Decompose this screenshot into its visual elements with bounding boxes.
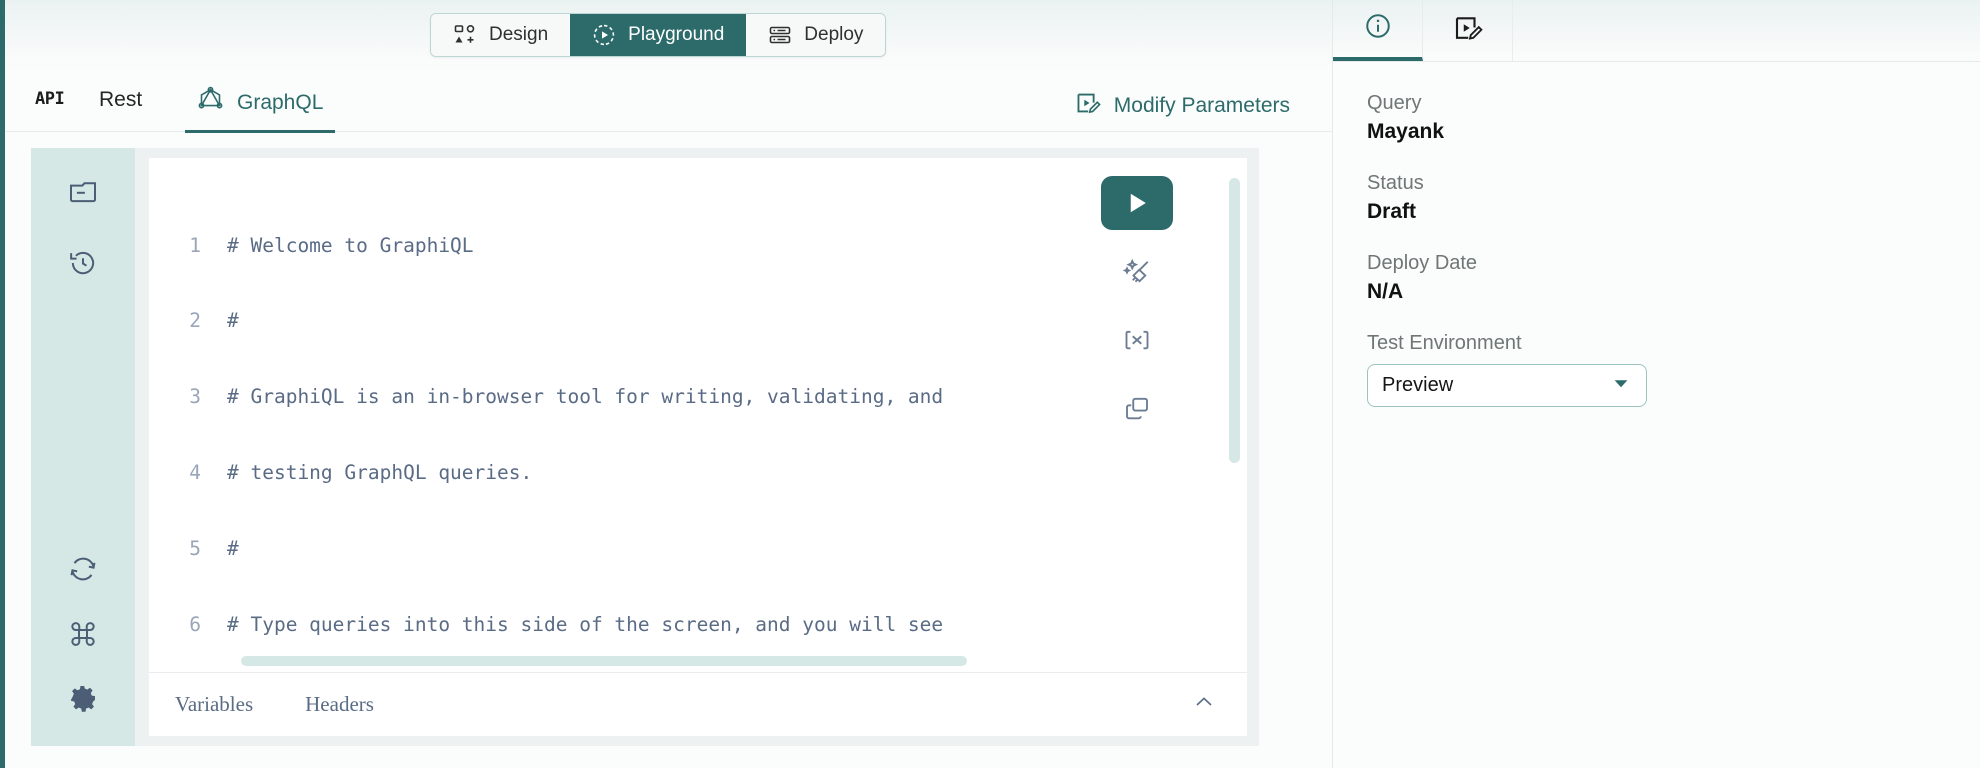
play-edit-icon (1075, 90, 1101, 122)
line-number: 2 (189, 309, 201, 333)
mode-tab-deploy-label: Deploy (804, 24, 864, 45)
mode-switcher: Design Playground Deploy (430, 13, 887, 57)
editor-horizontal-scrollbar[interactable] (241, 656, 967, 666)
mode-tab-playground[interactable]: Playground (570, 14, 747, 56)
tab-variables[interactable]: Variables (175, 692, 253, 717)
sidebar-item-settings[interactable] (61, 676, 105, 720)
line-number: 1 (189, 233, 201, 257)
code-line: 1 # Welcome to GraphiQL (149, 233, 1247, 258)
docs-panel-icon (67, 176, 99, 208)
tab-headers-label: Headers (305, 692, 374, 716)
sidebar-item-history[interactable] (61, 241, 105, 285)
field-deploy-date-label: Deploy Date (1367, 252, 1478, 274)
field-test-environment: Test Environment Preview (1367, 332, 1946, 407)
tab-rest[interactable]: Rest (85, 84, 156, 124)
prettify-query-button[interactable] (1108, 246, 1166, 298)
history-clock-icon (67, 247, 99, 279)
tab-variables-label: Variables (175, 692, 254, 716)
field-status-label: Status (1367, 172, 1424, 194)
chevron-down-icon (1610, 372, 1632, 400)
editor-toolbar (1093, 176, 1181, 434)
field-query: Query Mayank (1367, 92, 1946, 144)
editor-vertical-scrollbar[interactable] (1229, 178, 1240, 463)
design-shapes-icon (453, 23, 477, 47)
copy-icon (1122, 393, 1152, 423)
query-editor[interactable]: 1 # Welcome to GraphiQL 2 # 3 # GraphiQL is… (149, 158, 1247, 672)
line-number: 3 (189, 385, 201, 409)
line-number: 5 (189, 537, 201, 561)
status-badge: Draft (1367, 200, 1417, 223)
mode-tab-design[interactable]: Design (431, 14, 571, 56)
merge-icon (1122, 325, 1152, 355)
modify-parameters-button[interactable]: Modify Parameters (1075, 90, 1290, 122)
query-editor-code[interactable]: 1 # Welcome to GraphiQL 2 # 3 # GraphiQL is… (149, 158, 1247, 672)
panel-tab-info[interactable] (1333, 0, 1423, 61)
modify-parameters-label: Modify Parameters (1113, 94, 1290, 117)
graphql-logo-icon (197, 86, 224, 119)
field-test-environment-label: Test Environment (1367, 332, 1522, 354)
gear-icon (67, 682, 99, 714)
test-environment-value: Preview (1382, 374, 1454, 396)
line-number: 4 (189, 461, 201, 485)
tab-graphql[interactable]: GraphQL (185, 84, 336, 133)
line-text: # Type queries into this side of the scr… (227, 613, 944, 637)
code-line: 4 # testing GraphQL queries. (149, 460, 1247, 485)
refresh-sync-icon (67, 553, 99, 585)
editor-sidebar (31, 148, 135, 746)
code-line: 2 # (149, 308, 1247, 333)
details-panel-body: Query Mayank Status Draft Deploy Date N/… (1333, 62, 1980, 407)
info-circle-icon (1363, 11, 1393, 46)
sidebar-item-refresh[interactable] (61, 547, 105, 591)
editor-pane: 1 # Welcome to GraphiQL 2 # 3 # GraphiQL is… (135, 148, 1259, 746)
sidebar-item-docs[interactable] (61, 170, 105, 214)
details-panel-tabs (1333, 0, 1980, 62)
collapse-panel-button[interactable] (1187, 688, 1221, 722)
test-environment-select[interactable]: Preview (1367, 364, 1647, 407)
tab-headers[interactable]: Headers (305, 692, 374, 717)
code-line: 5 # (149, 536, 1247, 561)
line-text: # testing GraphQL queries. (227, 461, 533, 485)
mode-tab-deploy[interactable]: Deploy (746, 14, 886, 56)
play-icon (1122, 188, 1152, 218)
details-panel: Query Mayank Status Draft Deploy Date N/… (1332, 0, 1980, 768)
field-deploy-date: Deploy Date N/A (1367, 252, 1946, 304)
execute-query-button[interactable] (1101, 176, 1173, 230)
field-query-value: Mayank (1367, 120, 1445, 143)
tab-graphql-label: GraphQL (237, 90, 324, 114)
line-text: # (227, 309, 239, 333)
merge-query-button[interactable] (1108, 314, 1166, 366)
field-status: Status Draft (1367, 172, 1946, 224)
field-deploy-date-value: N/A (1367, 280, 1404, 303)
variables-headers-bar: Variables Headers (149, 672, 1247, 736)
mode-tab-design-label: Design (489, 24, 549, 45)
server-stack-icon (768, 23, 792, 47)
api-label: API (35, 89, 65, 109)
chevron-up-icon (1192, 690, 1216, 719)
line-text: # GraphiQL is an in-browser tool for wri… (227, 385, 944, 409)
panel-tab-test-run[interactable] (1423, 0, 1513, 61)
sidebar-item-shortcuts[interactable] (61, 612, 105, 656)
mode-tab-playground-label: Playground (628, 24, 725, 45)
playground-screen: Design Playground Deploy API Rest GraphQ… (0, 0, 1980, 768)
tab-rest-label: Rest (99, 88, 143, 111)
top-bar: Design Playground Deploy (5, 0, 1332, 70)
prettify-broom-icon (1122, 257, 1152, 287)
line-text: # (227, 537, 239, 561)
graphiql-shell: 1 # Welcome to GraphiQL 2 # 3 # GraphiQL is… (31, 148, 1259, 746)
play-edit-icon (1453, 13, 1483, 48)
command-key-icon (67, 618, 99, 650)
api-type-bar: API Rest GraphQL Modify Parameters (5, 70, 1332, 133)
copy-query-button[interactable] (1108, 382, 1166, 434)
field-query-label: Query (1367, 92, 1422, 114)
code-line: 3 # GraphiQL is an in-browser tool for wr… (149, 384, 1247, 409)
line-number: 6 (189, 613, 201, 637)
code-line: 6 # Type queries into this side of the sc… (149, 612, 1247, 637)
line-text: # Welcome to GraphiQL (227, 233, 474, 257)
play-circle-icon (592, 23, 616, 47)
